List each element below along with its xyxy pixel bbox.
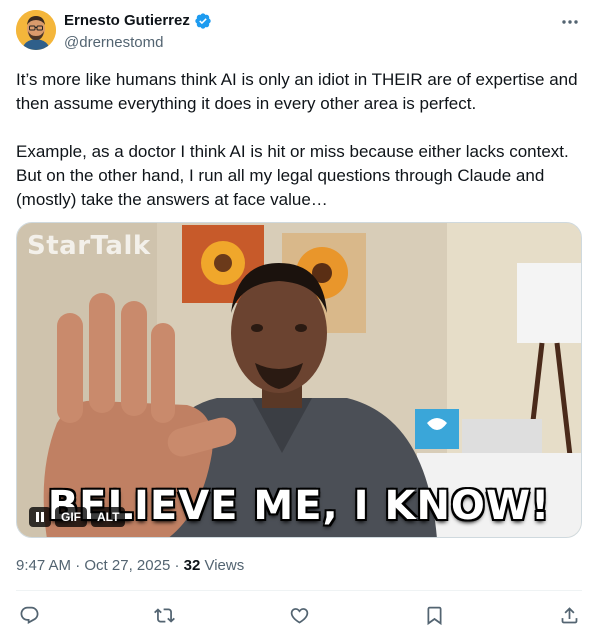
more-options-button[interactable] <box>558 12 582 32</box>
retweet-icon <box>153 607 175 623</box>
startalk-watermark: StarTalk <box>27 231 151 261</box>
author-name-row: Ernesto Gutierrez <box>64 12 212 30</box>
share-button[interactable] <box>556 602 582 628</box>
meta-separator: · <box>71 557 85 574</box>
views-label: Views <box>200 557 245 574</box>
retweet-button[interactable] <box>151 602 177 628</box>
pause-icon <box>36 512 44 522</box>
like-button[interactable] <box>286 602 312 628</box>
gif-controls: GIF ALT <box>29 507 126 527</box>
reply-button[interactable] <box>16 602 42 628</box>
meta-separator: · <box>170 557 184 574</box>
author-name[interactable]: Ernesto Gutierrez <box>64 12 190 30</box>
tweet-text: It’s more like humans think AI is only a… <box>16 70 578 209</box>
action-bar <box>16 602 582 628</box>
tweet-date[interactable]: Oct 27, 2025 <box>84 557 170 574</box>
bookmark-button[interactable] <box>421 602 447 628</box>
author-handle[interactable]: @drernestomd <box>64 34 163 52</box>
alt-text-button[interactable]: ALT <box>91 507 126 527</box>
views-count: 32 <box>183 557 201 574</box>
tweet-time[interactable]: 9:47 AM <box>16 557 71 574</box>
more-dots-icon <box>562 20 578 24</box>
verified-badge-icon <box>194 12 212 30</box>
divider <box>16 590 582 591</box>
gif-badge: GIF <box>55 507 87 527</box>
pause-button[interactable] <box>29 507 51 527</box>
gif-media[interactable]: StarTalk BELIEVE ME, I KNOW! GIF ALT <box>16 222 582 538</box>
avatar[interactable] <box>16 10 56 50</box>
tweet-meta: 9:47 AM · Oct 27, 2025 · 32 Views <box>16 556 244 576</box>
heart-icon <box>290 607 308 624</box>
reply-icon <box>20 606 38 624</box>
share-icon <box>561 606 577 623</box>
bookmark-icon <box>427 606 441 625</box>
avatar-illustration <box>16 10 56 50</box>
